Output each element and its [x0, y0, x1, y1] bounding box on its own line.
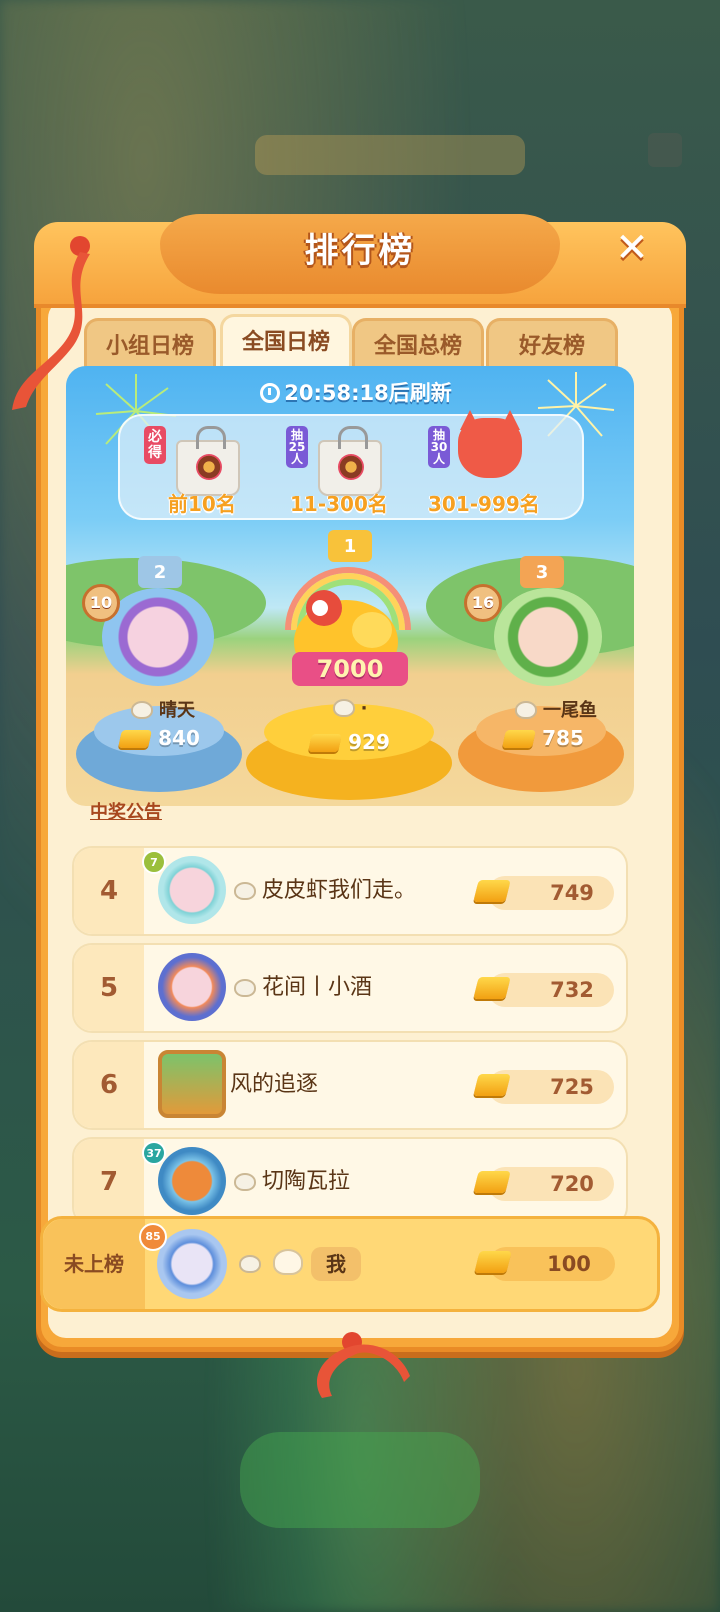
rabbit-icon: [234, 882, 256, 900]
fox-plush-icon: [458, 410, 522, 478]
prize-label: 前10名: [168, 492, 236, 516]
player-score: 929: [290, 730, 410, 754]
tab-national-total[interactable]: 全国总榜: [352, 318, 484, 370]
crown-icon: 1: [328, 530, 372, 562]
table-row[interactable]: 4 7 皮皮虾我们走。 749: [72, 846, 628, 936]
prize-tag: 抽30人: [428, 426, 450, 468]
player-name: 晴天: [108, 696, 218, 722]
prize-tag: 必得: [144, 426, 166, 464]
rabbit-icon: [131, 701, 153, 719]
clock-icon: [260, 383, 281, 403]
level-badge: 10: [82, 584, 120, 622]
rabbit-icon: [332, 699, 355, 717]
crown-icon: 3: [520, 556, 564, 588]
player-name: 切陶瓦拉: [234, 1139, 350, 1225]
rabbit-icon: [234, 979, 256, 997]
player-score: 732: [550, 978, 594, 1002]
player-name: 一尾鱼: [496, 696, 616, 722]
tab-friends[interactable]: 好友榜: [486, 318, 618, 370]
level-badge: 37: [142, 1141, 166, 1165]
player-score: 720: [550, 1172, 594, 1196]
close-button[interactable]: ✕: [612, 228, 652, 268]
gold-icon: [474, 1251, 512, 1273]
crown-icon: 2: [138, 556, 182, 588]
background-title: [255, 135, 525, 175]
page-title: 排行榜: [304, 231, 416, 271]
tab-group-daily[interactable]: 小组日榜: [84, 318, 216, 370]
tab-national-daily[interactable]: 全国日榜: [220, 314, 352, 370]
rabbit-pet-icon: [273, 1249, 303, 1275]
player-score: 725: [550, 1075, 594, 1099]
avatar[interactable]: [158, 1147, 226, 1215]
player-name: 风的追逐: [230, 1072, 319, 1097]
my-score: 100: [547, 1252, 591, 1276]
player-name: 皮皮虾我们走。: [234, 848, 416, 934]
table-row[interactable]: 6 风的追逐 725: [72, 1040, 628, 1130]
rank-number: 6: [99, 1070, 119, 1100]
player-score: 749: [550, 881, 594, 905]
background-close: [648, 133, 682, 167]
refresh-timer: 20:58:18后刷新: [236, 378, 476, 408]
level-badge: 16: [464, 584, 502, 622]
rabbit-icon: [239, 1255, 261, 1273]
table-row[interactable]: 5 花间丨小酒 732: [72, 943, 628, 1033]
banner-score: 7000: [316, 655, 384, 683]
gold-icon: [473, 880, 511, 902]
me-tag: 我: [311, 1247, 361, 1281]
rank-number: 4: [99, 876, 119, 906]
prize-tag: 抽25人: [286, 426, 308, 468]
table-row[interactable]: 7 37 切陶瓦拉 720: [72, 1137, 628, 1227]
avatar[interactable]: [158, 856, 226, 924]
level-badge: 7: [142, 850, 166, 874]
gold-icon: [473, 1171, 511, 1193]
prize-label: 301-999名: [428, 492, 540, 516]
my-rank: 未上榜: [64, 1252, 124, 1276]
player-name: ·: [300, 698, 400, 719]
player-name: 花间丨小酒: [234, 945, 372, 1031]
rank-number: 5: [99, 973, 119, 1003]
prize-label: 11-300名: [290, 492, 388, 516]
announcement-link[interactable]: 中奖公告: [90, 798, 162, 824]
my-rank-row[interactable]: 未上榜 85 我 100: [40, 1216, 660, 1312]
player-score: 785: [484, 726, 604, 750]
avatar[interactable]: [158, 953, 226, 1021]
gold-icon: [473, 1074, 511, 1096]
background-button: [240, 1432, 480, 1528]
avatar[interactable]: [494, 588, 602, 686]
level-badge: 85: [139, 1223, 167, 1251]
gold-icon: [473, 977, 511, 999]
avatar[interactable]: [158, 1050, 226, 1118]
rabbit-icon: [234, 1173, 256, 1191]
gold-icon: [308, 734, 343, 752]
gold-icon: [502, 730, 537, 748]
gold-icon: [118, 730, 153, 748]
ribbon-bottom-decoration: [316, 1332, 410, 1398]
player-score: 840: [100, 726, 220, 750]
rank-number: 7: [99, 1167, 119, 1197]
avatar[interactable]: [157, 1229, 227, 1299]
rabbit-icon: [515, 701, 537, 719]
